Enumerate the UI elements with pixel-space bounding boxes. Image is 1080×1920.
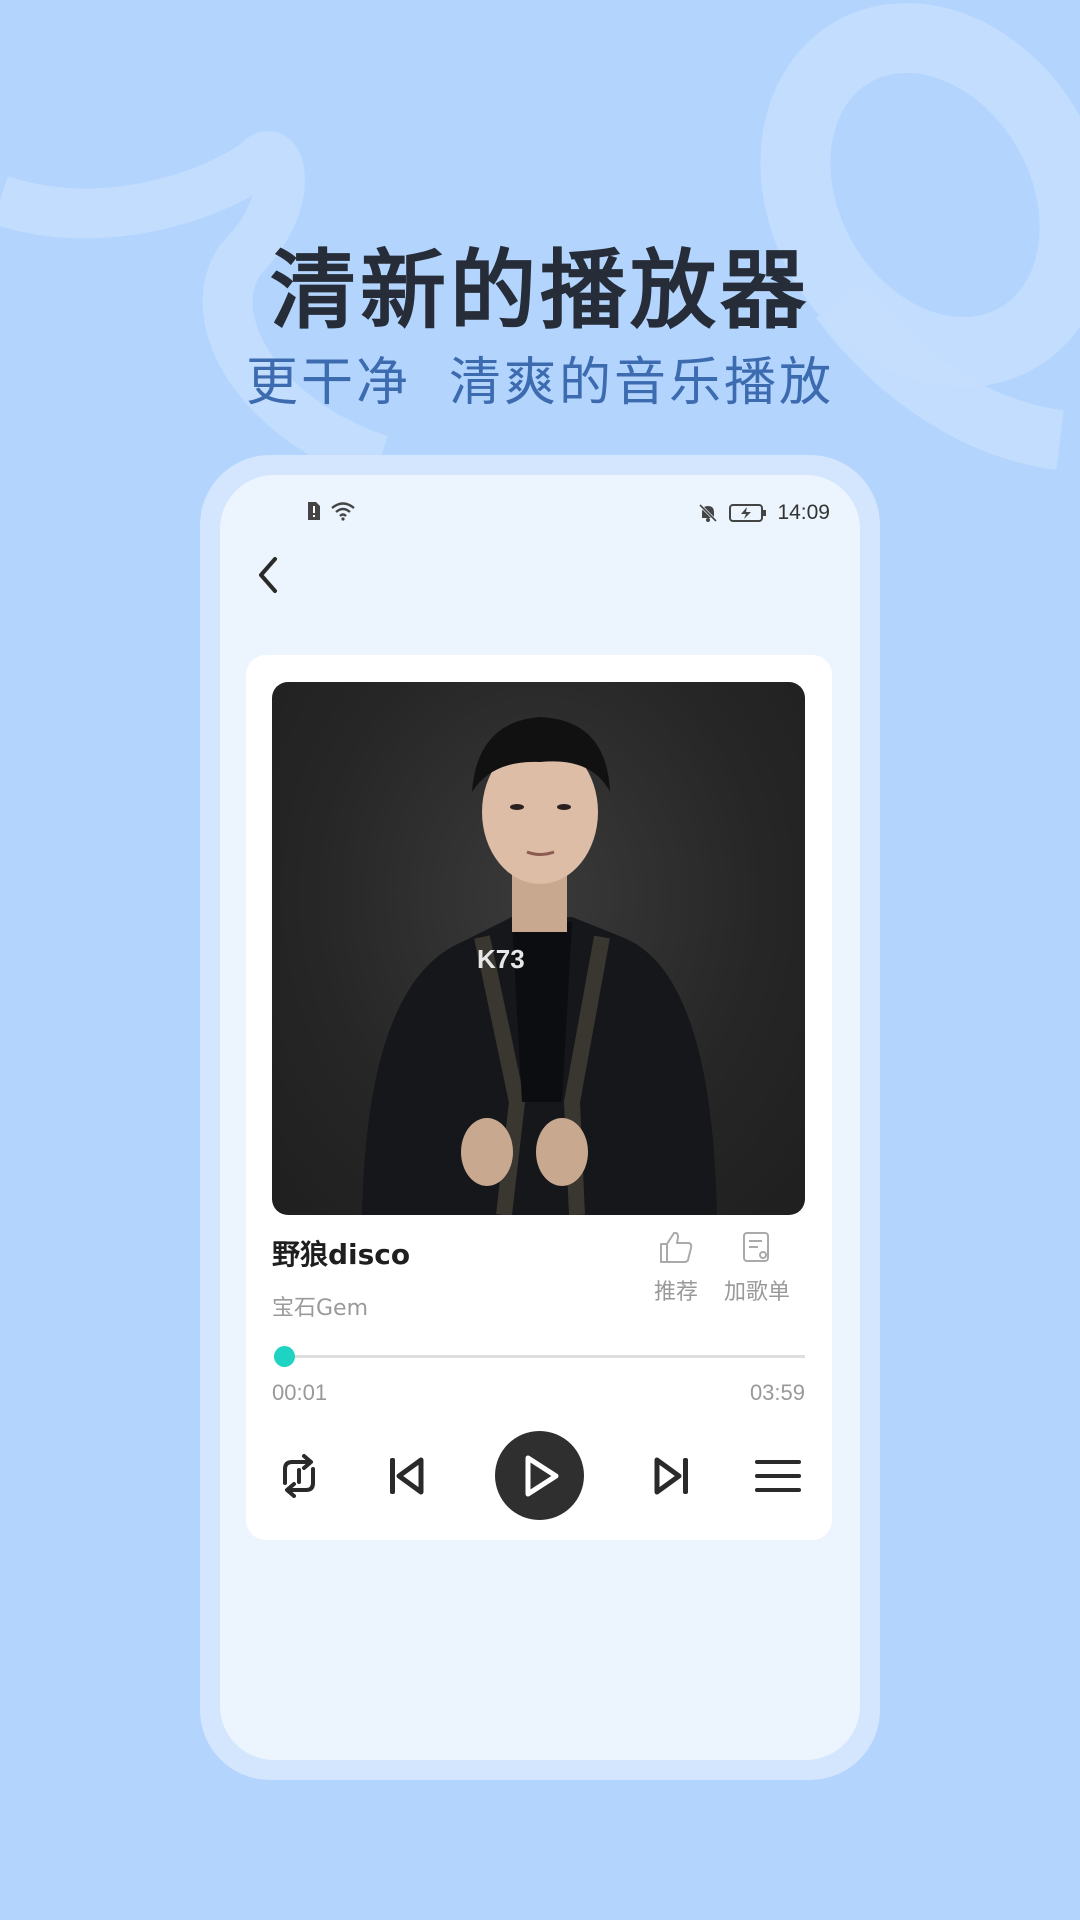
artist-name[interactable]: 宝石Gem <box>272 1290 368 1322</box>
status-time: 14:09 <box>777 501 830 524</box>
status-right: 14:09 <box>697 501 830 525</box>
progress-bar[interactable] <box>274 1346 805 1367</box>
repeat-button[interactable] <box>274 1451 324 1501</box>
chevron-left-icon <box>259 557 277 593</box>
playback-controls <box>246 1425 832 1521</box>
back-button[interactable] <box>242 545 292 605</box>
like-label: 推荐 <box>654 1280 699 1305</box>
play-icon <box>525 1455 558 1496</box>
album-art: K73 <box>272 682 805 1215</box>
add-playlist-icon <box>743 1232 769 1262</box>
promo-headline: 清新的播放器 <box>270 241 810 341</box>
promo-subhead: 更干净 清爽的音乐播放 <box>0 340 1080 415</box>
add-to-playlist-button[interactable]: 加歌单 <box>724 1230 790 1306</box>
add-playlist-label: 加歌单 <box>724 1280 791 1305</box>
song-title: 野狼disco <box>272 1238 411 1271</box>
like-button[interactable]: 推荐 <box>654 1230 698 1306</box>
play-button[interactable] <box>495 1431 584 1520</box>
next-button[interactable] <box>646 1451 696 1501</box>
next-icon <box>654 1457 688 1495</box>
sim-alert-icon <box>308 502 320 520</box>
wifi-icon <box>331 502 355 521</box>
promo-subhead-part2: 清爽的音乐播放 <box>449 353 835 413</box>
progress-knob[interactable] <box>274 1346 295 1367</box>
status-bar: 14:09 <box>220 497 860 537</box>
repeat-icon <box>283 1454 315 1498</box>
promo-subhead-part1: 更干净 <box>245 353 411 413</box>
thumbs-up-icon <box>660 1231 693 1263</box>
total-time: 03:59 <box>749 1380 805 1405</box>
status-left <box>306 501 356 521</box>
mute-bell-icon <box>699 503 718 523</box>
watermark: K73 <box>477 944 525 974</box>
battery-charging-icon <box>729 504 767 522</box>
current-time: 00:01 <box>272 1380 328 1405</box>
player-card: K73 野狼disco 宝石Gem 推荐 加歌单 00:01 03:59 <box>246 655 832 1540</box>
previous-icon <box>390 1457 424 1495</box>
playlist-button[interactable] <box>751 1451 805 1501</box>
phone-screen: 14:09 K73 野狼disco 宝石Gem 推荐 加歌单 00:01 03:… <box>220 475 860 1760</box>
previous-button[interactable] <box>382 1451 432 1501</box>
playlist-icon <box>755 1460 801 1492</box>
